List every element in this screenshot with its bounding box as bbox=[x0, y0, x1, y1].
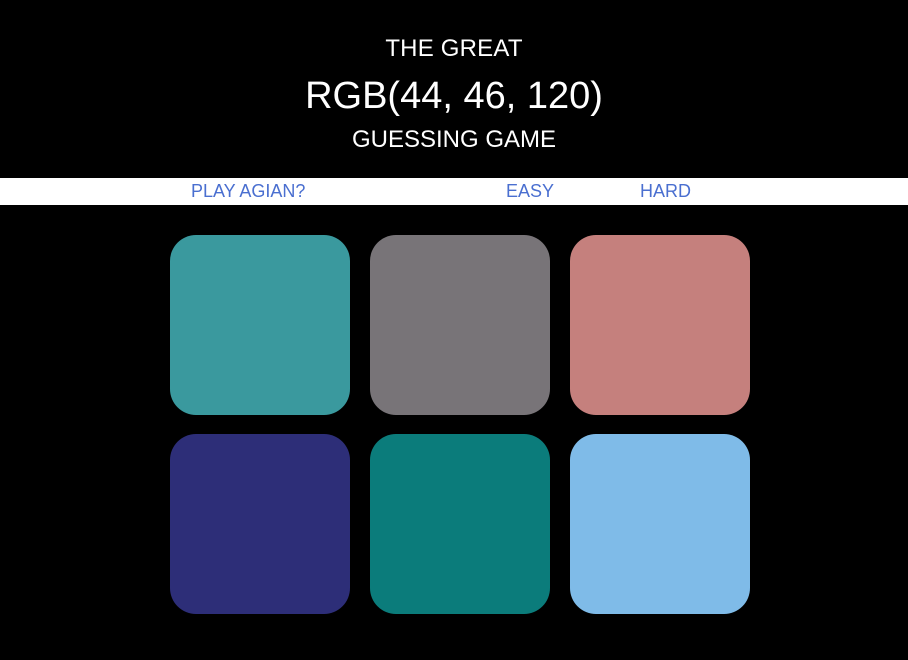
color-grid bbox=[170, 235, 750, 614]
color-square-1[interactable] bbox=[170, 235, 350, 415]
color-square-5[interactable] bbox=[370, 434, 550, 614]
color-square-6[interactable] bbox=[570, 434, 750, 614]
hard-mode-button[interactable]: HARD bbox=[640, 178, 691, 205]
game-header: THE GREAT RGB(44, 46, 120) GUESSING GAME bbox=[0, 0, 908, 178]
rgb-display: RGB(44, 46, 120) bbox=[305, 75, 603, 117]
color-square-2[interactable] bbox=[370, 235, 550, 415]
color-square-3[interactable] bbox=[570, 235, 750, 415]
title-top: THE GREAT bbox=[385, 35, 523, 62]
title-bottom: GUESSING GAME bbox=[351, 126, 557, 153]
easy-mode-button[interactable]: EASY bbox=[506, 178, 554, 205]
play-again-button[interactable]: PLAY AGIAN? bbox=[191, 178, 305, 205]
control-stripe: PLAY AGIAN? EASY HARD bbox=[0, 178, 908, 205]
color-square-4[interactable] bbox=[170, 434, 350, 614]
